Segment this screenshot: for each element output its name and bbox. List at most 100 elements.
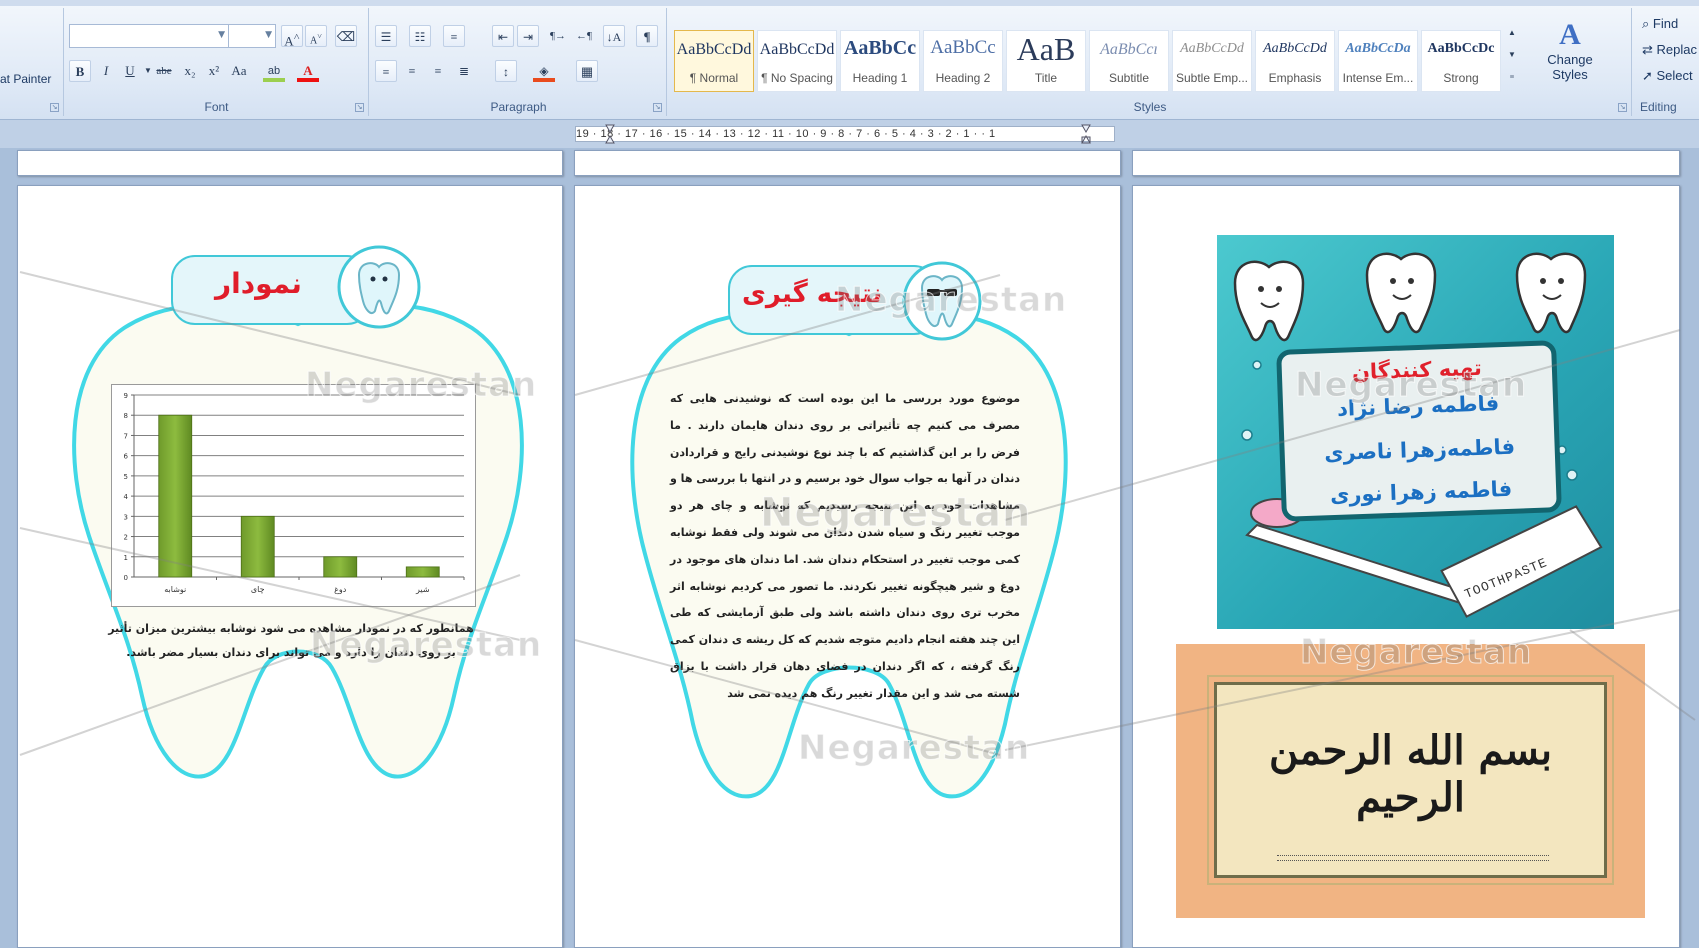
style-sample: AaB (1016, 31, 1076, 67)
shading-icon[interactable]: ◈ (533, 60, 555, 82)
chart-y-tick-label: 6 (124, 453, 129, 461)
find-label: Find (1652, 16, 1679, 31)
rtl-direction-icon[interactable]: ←¶ (573, 25, 595, 47)
chart-y-tick-label: 2 (124, 534, 128, 542)
conclusion-body: موضوع مورد بررسی ما این بوده است که نوشی… (670, 392, 1020, 700)
ruler-scale: 19 · 18 · 17 · 16 · 15 · 14 · 13 · 12 · … (576, 128, 996, 140)
previous-page-bottom-right (1132, 150, 1680, 176)
change-styles-button[interactable]: A Change Styles (1527, 18, 1613, 98)
bar-chart-svg: 0 1 2 3 4 5 6 7 8 9 نوشابه چای دوغ شیر (124, 392, 465, 594)
watermark-text: Negarestan (1299, 632, 1533, 673)
horizontal-ruler[interactable]: 19 · 18 · 17 · 16 · 15 · 14 · 13 · 12 · … (575, 126, 1115, 142)
change-case-button[interactable]: Aa (228, 60, 250, 82)
style-sample: AaBbCcDc (1427, 41, 1495, 56)
watermark-text: Negarestan (834, 280, 1068, 321)
style-no-spacing[interactable]: AaBbCcDd ¶ No Spacing (757, 30, 837, 92)
styles-group-label: Styles (1133, 100, 1167, 114)
sort-icon[interactable]: ↓A (603, 25, 625, 47)
style-intense-emphasis[interactable]: AaBbCcDa Intense Em... (1338, 30, 1418, 92)
previous-page-bottom-middle (574, 150, 1121, 176)
align-left-icon[interactable]: ≡ (375, 60, 397, 82)
show-formatting-button[interactable]: ¶ (636, 25, 658, 47)
previous-page-bottom-left (17, 150, 563, 176)
bold-button[interactable]: B (69, 60, 91, 82)
line-spacing-icon[interactable]: ↕ (495, 60, 517, 82)
change-styles-icon: A (1559, 18, 1581, 51)
format-painter-button[interactable]: at Painter (0, 72, 51, 86)
replace-button[interactable]: ⇄ Replac (1642, 42, 1697, 58)
grow-font-button[interactable]: A˄ (281, 25, 303, 49)
ribbon-tab-strip (0, 0, 1699, 6)
editing-group-label: Editing (1640, 100, 1677, 114)
borders-icon[interactable]: ▦ (576, 60, 598, 82)
styles-scroll-up-icon[interactable]: ▲ (1505, 24, 1519, 42)
increase-indent-icon[interactable]: ⇥ (517, 25, 539, 47)
italic-button[interactable]: I (95, 60, 117, 82)
shrink-font-button[interactable]: A˅ (305, 25, 327, 47)
watermark-text: Negarestan (797, 728, 1031, 769)
multilevel-list-icon[interactable]: ≡ (443, 25, 465, 47)
font-size-combo[interactable]: ▼ (228, 24, 276, 48)
replace-label: Replac (1656, 42, 1697, 57)
style-subtle-emphasis[interactable]: AaBbCcDd Subtle Emp... (1172, 30, 1252, 92)
style-normal[interactable]: AaBbCcDd ¶ Normal (674, 30, 754, 92)
style-emphasis[interactable]: AaBbCcDd Emphasis (1255, 30, 1335, 92)
chart-x-tick-label: دوغ (334, 585, 347, 594)
select-button[interactable]: ➚ Select (1642, 68, 1693, 84)
chart-x-tick-label: نوشابه (164, 585, 186, 594)
change-styles-label-2: Styles (1552, 67, 1588, 82)
style-name: ¶ No Spacing (761, 71, 833, 85)
font-color-button[interactable]: A (297, 60, 319, 82)
numbering-icon[interactable]: ☷ (409, 25, 431, 47)
style-heading-2[interactable]: AaBbCc Heading 2 (923, 30, 1003, 92)
style-heading-1[interactable]: AaBbCс Heading 1 (840, 30, 920, 92)
strikethrough-button[interactable]: abe (153, 60, 175, 82)
align-right-icon[interactable]: ≡ (427, 60, 449, 82)
font-name-combo[interactable]: ▼ (69, 24, 229, 48)
eraser-icon: ⌫ (336, 29, 356, 44)
justify-icon[interactable]: ≣ (453, 60, 475, 82)
style-name: Heading 2 (935, 71, 991, 85)
bullets-icon[interactable]: ☰ (375, 25, 397, 47)
style-sample: AaBbCcDa (1345, 41, 1411, 56)
subscript-button[interactable]: x₂ (179, 60, 201, 82)
superscript-button[interactable]: x² (203, 60, 225, 82)
chevron-down-icon: ▼ (265, 30, 272, 40)
chevron-down-icon: ▼ (218, 30, 225, 40)
chart-bar (323, 556, 358, 578)
style-title[interactable]: AaB Title (1006, 30, 1086, 92)
styles-scroll-down-icon[interactable]: ▼ (1505, 46, 1519, 64)
style-subtitle[interactable]: AaBbCcı Subtitle (1089, 30, 1169, 92)
left-indent-marker-icon[interactable] (605, 124, 615, 144)
grow-font-label: A (284, 33, 294, 49)
chart-y-tick-label: 0 (124, 574, 128, 582)
decrease-indent-icon[interactable]: ⇤ (492, 25, 514, 47)
clear-formatting-button[interactable]: ⌫ (335, 25, 357, 47)
style-sample: AaBbCcDd (1263, 41, 1327, 56)
chart-bar (240, 515, 275, 578)
clipboard-launcher-icon[interactable]: ↘ (50, 103, 59, 112)
right-indent-marker-icon[interactable] (1081, 124, 1091, 144)
highlighter-icon: ab (267, 65, 281, 77)
watermark-text: Negarestan (759, 490, 1032, 537)
replace-icon: ⇄ (1642, 42, 1657, 57)
align-center-icon[interactable]: ≡ (401, 60, 423, 82)
paragraph-group-label: Paragraph (490, 100, 547, 114)
style-name: Subtle Emp... (1175, 71, 1249, 85)
styles-more-icon[interactable]: ≡ (1505, 68, 1519, 86)
change-styles-label-1: Change (1547, 52, 1593, 67)
bar-chart[interactable]: 0 1 2 3 4 5 6 7 8 9 نوشابه چای دوغ شیر (111, 384, 476, 607)
find-button[interactable]: ⌕ Find (1642, 16, 1678, 32)
author-name-3: فاطمه زهرا نوری (1329, 476, 1513, 508)
ltr-direction-icon[interactable]: ¶→ (547, 25, 569, 47)
style-sample: AaBbCc (930, 37, 996, 58)
calligraphy-image: بسم الله الرحمن الرحیم (1176, 644, 1645, 918)
clipboard-group: at Painter ↘ (0, 8, 64, 116)
highlight-color-button[interactable]: ab (263, 60, 285, 82)
chart-bar (158, 414, 193, 578)
style-strong[interactable]: AaBbCcDc Strong (1421, 30, 1501, 92)
binoculars-icon: ⌕ (1642, 16, 1653, 31)
calligraphy-frame: بسم الله الرحمن الرحیم (1207, 675, 1614, 885)
watermark-text: Negarestan (309, 625, 543, 666)
font-group: ▼ ▼ A˄ A˅ ⌫ B I U ▼ abe x₂ x² Aa ab A ↘ … (65, 8, 369, 116)
